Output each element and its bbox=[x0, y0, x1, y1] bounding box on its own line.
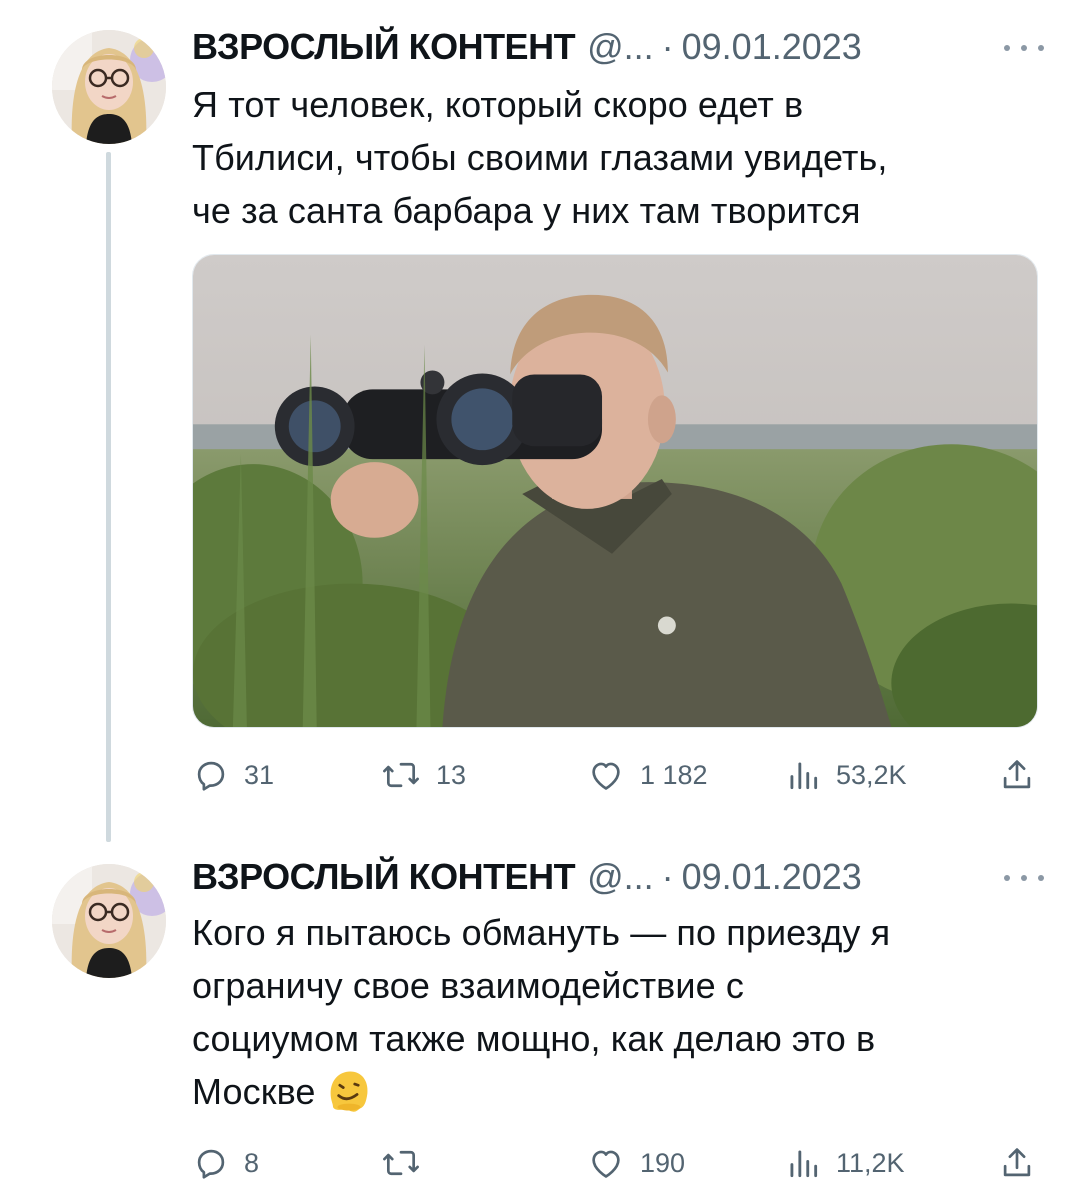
share-icon bbox=[1003, 1148, 1031, 1177]
retweet-icon bbox=[383, 1150, 419, 1176]
author-handle[interactable]: @... bbox=[587, 856, 654, 898]
tweet-text-line: ограничу свое взаимодействие с bbox=[192, 965, 744, 1006]
reply-count: 31 bbox=[244, 759, 275, 790]
author-handle[interactable]: @... bbox=[587, 26, 654, 68]
tweet-text-line: социумом также мощно, как делаю это в bbox=[192, 1018, 876, 1059]
share-icon bbox=[1003, 760, 1031, 789]
tweet-header: ВЗРОСЛЫЙ КОНТЕНТ @... · 09.01.2023 bbox=[192, 852, 862, 902]
tweet-text-line: Тбилиси, чтобы своими глазами увидеть, bbox=[192, 137, 888, 178]
share-button[interactable] bbox=[998, 750, 1036, 800]
heart-icon bbox=[592, 762, 620, 790]
separator-dot: · bbox=[661, 26, 674, 67]
tweet-text-word: Москве bbox=[192, 1071, 316, 1112]
tweet-header: ВЗРОСЛЫЙ КОНТЕНТ @... · 09.01.2023 bbox=[192, 22, 862, 72]
retweet-button[interactable]: 13 bbox=[380, 750, 466, 800]
reply-button[interactable]: 31 bbox=[192, 750, 274, 800]
tweet-date[interactable]: 09.01.2023 bbox=[682, 26, 862, 68]
tweet-text-line: Кого я пытаюсь обмануть — по приезду я bbox=[192, 912, 891, 953]
views-count: 53,2K bbox=[836, 759, 907, 790]
tweet-actions: 8 190 11,2K bbox=[192, 1138, 1038, 1188]
retweet-icon bbox=[383, 762, 419, 788]
tweet[interactable]: ВЗРОСЛЫЙ КОНТЕНТ @... · 09.01.2023 Я тот… bbox=[0, 0, 1090, 842]
views-count: 11,2K bbox=[836, 1147, 905, 1178]
like-button[interactable]: 190 bbox=[586, 1138, 685, 1188]
retweet-count: 13 bbox=[436, 759, 467, 790]
reply-count: 8 bbox=[244, 1147, 260, 1178]
avatar[interactable] bbox=[52, 30, 166, 144]
like-button[interactable]: 1 182 bbox=[586, 750, 708, 800]
tweet-text-line-last: Москве bbox=[192, 1065, 1032, 1118]
tweet[interactable]: ВЗРОСЛЫЙ КОНТЕНТ @... · 09.01.2023 Кого … bbox=[0, 840, 1090, 1200]
views-button[interactable]: 11,2K bbox=[784, 1138, 905, 1188]
tweet-text-line: Я тот человек, который скоро едет в bbox=[192, 84, 804, 125]
more-icon[interactable] bbox=[1004, 868, 1044, 888]
melting-face-emoji bbox=[330, 1071, 368, 1112]
author-name[interactable]: ВЗРОСЛЫЙ КОНТЕНТ bbox=[192, 856, 576, 898]
tweet-text: Кого я пытаюсь обмануть — по приезду я о… bbox=[192, 906, 1032, 1118]
separator-dot: · bbox=[661, 856, 674, 897]
views-button[interactable]: 53,2K bbox=[784, 750, 907, 800]
reply-icon bbox=[197, 1149, 225, 1179]
tweet-text: Я тот человек, который скоро едет в Тбил… bbox=[192, 78, 1032, 237]
tweet-photo[interactable] bbox=[192, 254, 1038, 728]
thread-line bbox=[106, 152, 111, 842]
retweet-button[interactable] bbox=[380, 1138, 436, 1188]
more-icon[interactable] bbox=[1004, 38, 1044, 58]
views-icon bbox=[790, 1150, 818, 1178]
like-count: 190 bbox=[640, 1147, 686, 1178]
views-icon bbox=[790, 762, 818, 790]
tweet-date[interactable]: 09.01.2023 bbox=[682, 856, 862, 898]
heart-icon bbox=[592, 1150, 620, 1178]
author-name[interactable]: ВЗРОСЛЫЙ КОНТЕНТ bbox=[192, 26, 576, 68]
reply-icon bbox=[197, 761, 225, 791]
tweet-text-line: че за санта барбара у них там творится bbox=[192, 190, 861, 231]
like-count: 1 182 bbox=[640, 759, 708, 790]
reply-button[interactable]: 8 bbox=[192, 1138, 259, 1188]
avatar[interactable] bbox=[52, 864, 166, 978]
share-button[interactable] bbox=[998, 1138, 1036, 1188]
tweet-actions: 31 13 1 182 53,2K bbox=[192, 750, 1038, 800]
